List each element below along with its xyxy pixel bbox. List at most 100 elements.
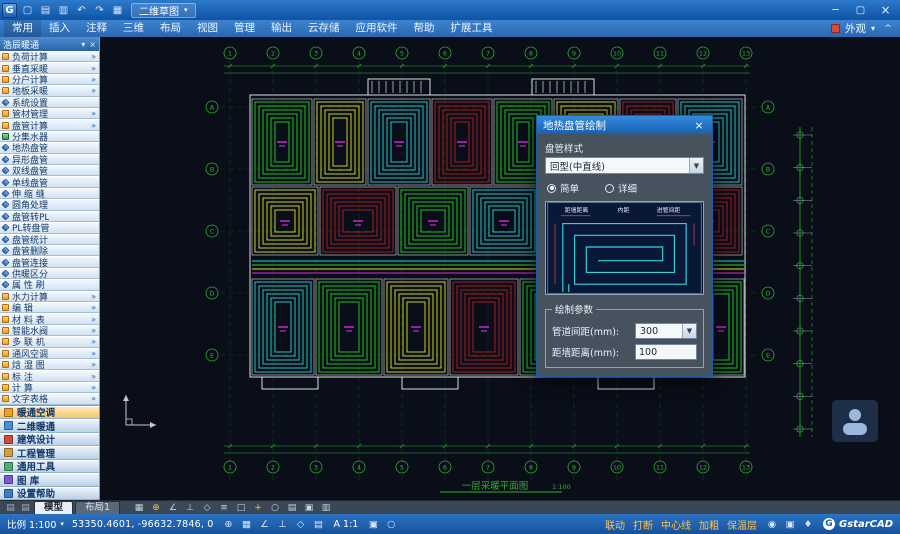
sidebar-tab-设置帮助[interactable]: 设置帮助 xyxy=(0,487,99,501)
menu-tab-云存储[interactable]: 云存储 xyxy=(300,20,348,37)
sidebar-item-单线盘管[interactable]: 单线盘管 xyxy=(0,176,99,187)
toggle-icon-0[interactable]: ▦ xyxy=(132,503,146,513)
tab-模型[interactable]: 模型 xyxy=(34,501,73,514)
menu-tab-视图[interactable]: 视图 xyxy=(189,20,226,37)
sidebar-item-盘管计算[interactable]: 盘管计算» xyxy=(0,119,99,130)
toggle-打断[interactable]: 打断 xyxy=(633,517,653,532)
tab-布局1[interactable]: 布局1 xyxy=(75,501,120,514)
workspace-dropdown[interactable]: 二维草图 ▾ xyxy=(131,3,196,18)
sidebar-tab-暖通空调[interactable]: 暖通空调 xyxy=(0,406,99,420)
menu-tab-应用软件[interactable]: 应用软件 xyxy=(348,20,406,37)
sidebar-item-文字表格[interactable]: 文字表格» xyxy=(0,393,99,404)
menu-tab-插入[interactable]: 插入 xyxy=(41,20,78,37)
sidebar-item-编辑[interactable]: 编 辑» xyxy=(0,302,99,313)
toggle-icon-11[interactable]: ▥ xyxy=(319,503,333,513)
sidebar-item-负荷计算[interactable]: 负荷计算» xyxy=(0,51,99,62)
menu-tab-三维[interactable]: 三维 xyxy=(115,20,152,37)
sidebar-item-盘管删除[interactable]: 盘管删除 xyxy=(0,245,99,256)
layout-nav-icon[interactable]: ▤ xyxy=(4,503,17,513)
menu-tab-管理[interactable]: 管理 xyxy=(226,20,263,37)
status-icon-3[interactable]: ⊥ xyxy=(276,519,290,530)
ribbon-collapse-button[interactable]: ^ xyxy=(880,24,896,34)
status-icon-b0[interactable]: ▣ xyxy=(366,519,380,530)
status-icon-1[interactable]: ▦ xyxy=(240,519,254,530)
sidebar-item-盘管连接[interactable]: 盘管连接 xyxy=(0,256,99,267)
menu-tab-扩展工具[interactable]: 扩展工具 xyxy=(443,20,501,37)
radio-详细[interactable]: 详细 xyxy=(605,181,637,195)
sidebar-item-焓湿图[interactable]: 焓 湿 图» xyxy=(0,359,99,370)
toggle-icon-7[interactable]: + xyxy=(251,503,265,513)
sidebar-item-分集水器[interactable]: 分集水器 xyxy=(0,131,99,142)
sidebar-item-异形盘管[interactable]: 异形盘管 xyxy=(0,154,99,165)
toggle-icon-5[interactable]: ≡ xyxy=(217,503,231,513)
pipe-spacing-select[interactable]: 300 ▼ xyxy=(635,323,697,339)
scale-indicator[interactable]: 比例 1:100 xyxy=(7,517,56,531)
menu-tab-帮助[interactable]: 帮助 xyxy=(406,20,443,37)
wall-distance-input[interactable] xyxy=(635,344,697,360)
sidebar-tab-通用工具[interactable]: 通用工具 xyxy=(0,460,99,474)
sidebar-item-管材管理[interactable]: 管材管理» xyxy=(0,108,99,119)
layout-nav-icon[interactable]: ▤ xyxy=(19,503,32,513)
toggle-icon-1[interactable]: ⊕ xyxy=(149,503,163,513)
sidebar-item-地热盘管[interactable]: 地热盘管 xyxy=(0,142,99,153)
sidebar-item-通风空调[interactable]: 通风空调» xyxy=(0,348,99,359)
sidebar-item-伸缩缝[interactable]: 伸 缩 缝 xyxy=(0,188,99,199)
menu-tab-输出[interactable]: 输出 xyxy=(263,20,300,37)
status-icon-0[interactable]: ⊕ xyxy=(222,519,236,530)
sidebar-item-属性刷[interactable]: 属 性 刷 xyxy=(0,279,99,290)
open-file-icon[interactable]: ▤ xyxy=(38,3,53,18)
palette-pin-icon[interactable]: ▾ xyxy=(81,40,85,49)
sidebar-item-材料表[interactable]: 材 料 表» xyxy=(0,313,99,324)
plot-icon[interactable]: ▦ xyxy=(110,3,125,18)
sidebar-tab-建筑设计[interactable]: 建筑设计 xyxy=(0,433,99,447)
app-logo-icon[interactable]: G xyxy=(2,3,17,18)
close-button[interactable]: × xyxy=(873,2,898,18)
status-right-icon-2[interactable]: ♦ xyxy=(801,519,815,530)
status-icon-4[interactable]: ◇ xyxy=(294,519,308,530)
sidebar-item-盘管统计[interactable]: 盘管统计 xyxy=(0,234,99,245)
save-icon[interactable]: ▥ xyxy=(56,3,71,18)
sidebar-item-计算[interactable]: 计 算» xyxy=(0,382,99,393)
sidebar-tab-图库[interactable]: 图 库 xyxy=(0,473,99,487)
sidebar-item-智能水阀[interactable]: 智能水阀» xyxy=(0,325,99,336)
toggle-icon-2[interactable]: ∠ xyxy=(166,503,180,513)
status-right-icon-0[interactable]: ◉ xyxy=(765,519,779,530)
toggle-联动[interactable]: 联动 xyxy=(605,517,625,532)
coil-style-select[interactable]: 回型(中直线) ▼ xyxy=(545,157,704,174)
cad-canvas[interactable]: 1122334455667788991010111112121313AABBCC… xyxy=(100,37,900,500)
status-icon-5[interactable]: ▤ xyxy=(312,519,326,530)
sidebar-item-系统设置[interactable]: 系统设置 xyxy=(0,97,99,108)
toggle-icon-10[interactable]: ▣ xyxy=(302,503,316,513)
sidebar-item-供暖区分[interactable]: 供暖区分 xyxy=(0,268,99,279)
toggle-icon-4[interactable]: ◇ xyxy=(200,503,214,513)
toggle-保温层[interactable]: 保温层 xyxy=(727,517,757,532)
sidebar-item-地板采暖[interactable]: 地板采暖» xyxy=(0,85,99,96)
sidebar-item-垂直采暖[interactable]: 垂直采暖» xyxy=(0,62,99,73)
status-icon-b1[interactable]: ○ xyxy=(384,519,398,530)
appearance-menu[interactable]: 外观 xyxy=(845,21,866,36)
sidebar-item-标注[interactable]: 标 注» xyxy=(0,370,99,381)
toggle-icon-8[interactable]: ○ xyxy=(268,503,282,513)
toggle-中心线[interactable]: 中心线 xyxy=(661,517,691,532)
minimize-button[interactable]: ─ xyxy=(823,2,848,18)
toggle-icon-9[interactable]: ▤ xyxy=(285,503,299,513)
maximize-button[interactable]: ▢ xyxy=(848,2,873,18)
undo-icon[interactable]: ↶ xyxy=(74,3,89,18)
dialog-close-icon[interactable]: × xyxy=(692,119,706,132)
sidebar-item-双线盘管[interactable]: 双线盘管 xyxy=(0,165,99,176)
toggle-icon-6[interactable]: □ xyxy=(234,503,248,513)
radio-简单[interactable]: 简单 xyxy=(547,181,579,195)
sidebar-item-PL转盘管[interactable]: PL转盘管 xyxy=(0,222,99,233)
status-right-icon-1[interactable]: ▣ xyxy=(783,519,797,530)
sidebar-item-多联机[interactable]: 多 联 机» xyxy=(0,336,99,347)
new-file-icon[interactable]: ▢ xyxy=(20,3,35,18)
annotation-scale[interactable]: A 1:1 xyxy=(334,519,359,530)
palette-header[interactable]: 浩辰暖通 ▾ × xyxy=(0,37,99,51)
dialog-titlebar[interactable]: 地热盘管绘制 × xyxy=(537,116,712,134)
redo-icon[interactable]: ↷ xyxy=(92,3,107,18)
sidebar-tab-二维暖通[interactable]: 二维暖通 xyxy=(0,419,99,433)
status-icon-2[interactable]: ∠ xyxy=(258,519,272,530)
toggle-icon-3[interactable]: ⊥ xyxy=(183,503,197,513)
palette-close-icon[interactable]: × xyxy=(89,40,96,49)
menu-tab-布局[interactable]: 布局 xyxy=(152,20,189,37)
